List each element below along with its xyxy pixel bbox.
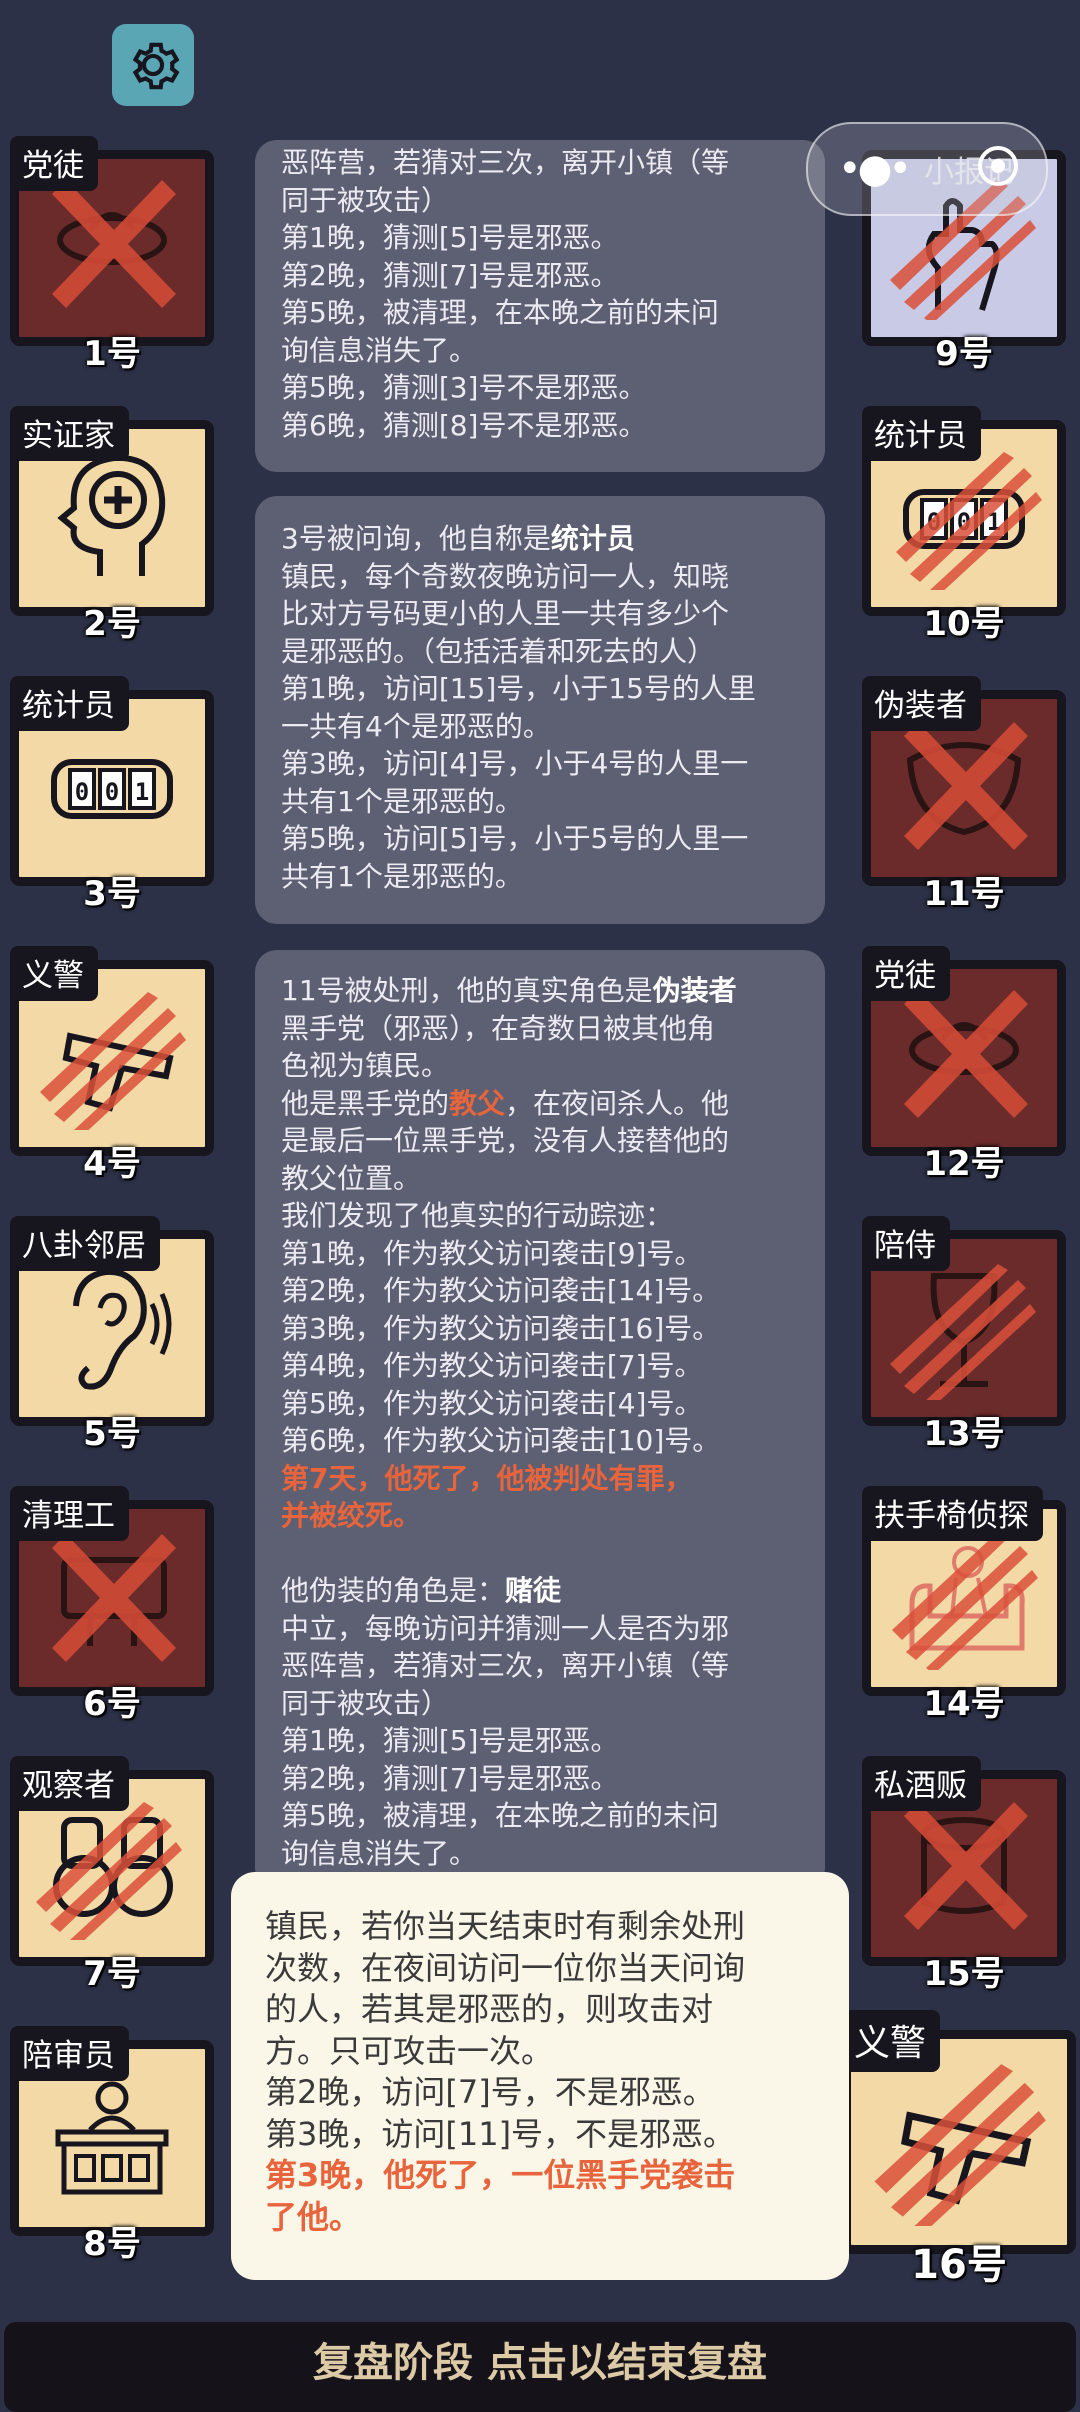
armchair-icon: [892, 1530, 1038, 1670]
player-card-11[interactable]: 伪装者 11号: [862, 676, 1066, 914]
ear-icon: [73, 1268, 172, 1390]
player-number: 9号: [935, 334, 993, 374]
mini-program-capsule[interactable]: •●• 小报记: [806, 122, 1048, 216]
player-card-10[interactable]: 0 0 1 统计员 10号: [862, 406, 1066, 644]
player-card-5[interactable]: 八卦邻居 5号: [10, 1216, 214, 1454]
player-card-14[interactable]: 扶手椅侦探 14号: [862, 1486, 1066, 1724]
role-label: 党徒: [10, 136, 98, 191]
role-label: 扶手椅侦探: [862, 1486, 1043, 1541]
gun-icon: [40, 992, 186, 1130]
player-number: 3号: [83, 874, 141, 914]
player-card-16[interactable]: 义警 16号: [842, 2010, 1076, 2288]
role-label: 观察者: [10, 1756, 129, 1811]
svg-text:0: 0: [105, 778, 119, 806]
gear-icon: [132, 42, 180, 90]
player-card-12[interactable]: 党徒 12号: [862, 946, 1066, 1184]
vigilante-info-popup: 镇民，若你当天结束时有剩余处刑 次数，在夜间访问一位你当天问询 的人，若其是邪恶…: [231, 1872, 849, 2280]
counter-icon: 0 0 1: [896, 452, 1042, 590]
role-label: 清理工: [10, 1486, 129, 1541]
player-number: 7号: [83, 1954, 141, 1994]
player-card-1[interactable]: 党徒 1号: [10, 136, 214, 374]
player-card-13[interactable]: 陪侍 13号: [862, 1216, 1066, 1454]
message-box-execution: 11号被处刑，他的真实角色是伪装者 黑手党（邪恶），在奇数日被其他角 色视为镇民…: [255, 950, 825, 1890]
player-number: 8号: [83, 2224, 141, 2264]
player-number: 2号: [83, 604, 141, 644]
player-number: 6号: [83, 1684, 141, 1724]
wineglass-icon: [890, 1264, 1036, 1400]
close-circle-icon[interactable]: [978, 146, 1018, 186]
player-number: 13号: [923, 1414, 1005, 1454]
ornament-icon: [52, 180, 176, 308]
settings-button[interactable]: [112, 24, 194, 106]
role-label: 义警: [10, 946, 98, 1001]
barrel-icon: [904, 1802, 1028, 1930]
head-plus-icon: [57, 454, 166, 576]
role-label: 陪侍: [862, 1216, 950, 1271]
gun-icon: [874, 2064, 1046, 2226]
role-label: 私酒贩: [862, 1756, 981, 1811]
svg-text:0: 0: [75, 778, 89, 806]
end-review-button[interactable]: 复盘阶段 点击以结束复盘: [4, 2322, 1076, 2412]
role-label: 义警: [842, 2010, 941, 2072]
car-icon: [52, 1534, 176, 1662]
role-label: 统计员: [862, 406, 981, 461]
player-card-7[interactable]: 观察者 7号: [10, 1756, 214, 1994]
player-number: 14号: [923, 1684, 1005, 1724]
player-number: 12号: [923, 1144, 1005, 1184]
player-number: 4号: [83, 1144, 141, 1184]
player-number: 1号: [83, 334, 141, 374]
more-dots-icon[interactable]: •●•: [838, 149, 912, 189]
player-card-15[interactable]: 私酒贩 15号: [862, 1756, 1066, 1994]
player-number: 15号: [923, 1954, 1005, 1994]
role-label: 党徒: [862, 946, 950, 1001]
svg-text:1: 1: [135, 778, 149, 806]
binoculars-icon: [36, 1802, 182, 1940]
player-card-2[interactable]: 实证家 2号: [10, 406, 214, 644]
player-number: 10号: [923, 604, 1005, 644]
role-label: 伪装者: [862, 676, 981, 731]
player-card-8[interactable]: 陪审员 8号: [10, 2026, 214, 2264]
role-label: 八卦邻居: [10, 1216, 160, 1271]
ornament-icon: [904, 990, 1028, 1118]
player-number: 16号: [911, 2242, 1007, 2288]
player-card-3[interactable]: 0 0 1 统计员 3号: [10, 676, 214, 914]
player-number: 11号: [923, 874, 1005, 914]
player-card-6[interactable]: 清理工 6号: [10, 1486, 214, 1724]
role-label: 陪审员: [10, 2026, 129, 2081]
message-box-gambler: 恶阵营，若猜对三次，离开小镇（等 同于被攻击） 第1晚，猜测[5]号是邪恶。 第…: [255, 140, 825, 472]
role-label: 实证家: [10, 406, 129, 461]
player-card-4[interactable]: 义警 4号: [10, 946, 214, 1184]
player-number: 5号: [83, 1414, 141, 1454]
judge-icon: [55, 2081, 169, 2195]
mask-icon: [904, 722, 1028, 850]
role-label: 统计员: [10, 676, 129, 731]
counter-icon: 0 0 1: [51, 759, 173, 819]
message-box-statistician: 3号被问询，他自称是统计员 镇民，每个奇数夜晚访问一人，知晓 比对方号码更小的人…: [255, 496, 825, 924]
